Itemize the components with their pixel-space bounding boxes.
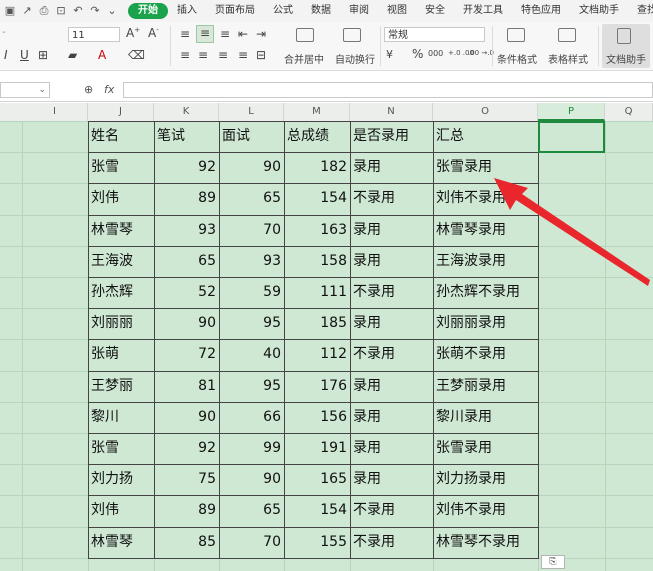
annotation-arrow-overlay — [494, 178, 650, 286]
red-arrow-icon — [494, 178, 650, 286]
paste-options-button[interactable]: ⎘ — [541, 555, 565, 569]
